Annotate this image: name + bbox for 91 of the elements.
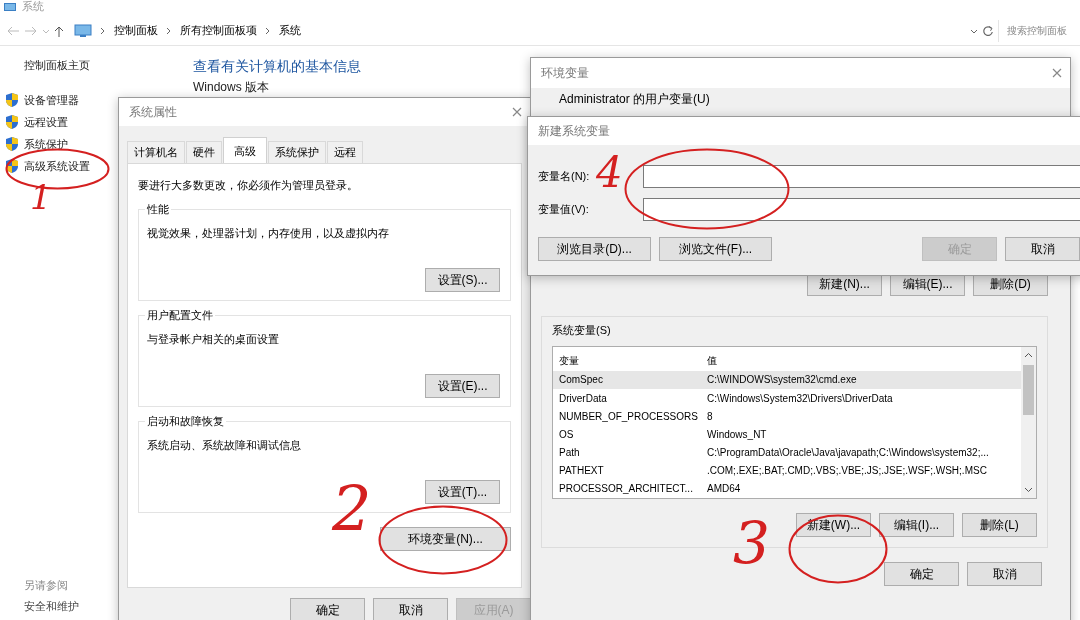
back-arrow-icon[interactable] <box>6 25 20 36</box>
button[interactable]: 取消 <box>373 598 448 620</box>
tab[interactable]: 高级 <box>223 137 267 164</box>
dialog-title: 系统属性 <box>129 103 177 121</box>
sidebar-link[interactable]: 安全和维护 <box>5 599 118 614</box>
table-cell-text: DriverData <box>558 392 608 404</box>
button[interactable]: 浏览文件(F)... <box>659 237 772 261</box>
section-label: 系统变量(S) <box>552 323 612 338</box>
group-title: 用户配置文件 <box>145 308 215 323</box>
table-cell-text: ComSpec <box>558 374 604 386</box>
refresh-icon[interactable] <box>982 24 994 37</box>
button[interactable]: 取消 <box>967 562 1042 586</box>
button[interactable]: 删除(L) <box>962 513 1037 537</box>
sidebar-link[interactable]: 控制面板主页 <box>5 58 118 73</box>
scrollbar[interactable] <box>1021 347 1036 498</box>
group-title: 性能 <box>145 202 171 217</box>
table-row[interactable]: PROCESSOR_ARCHITECT... AMD64 <box>553 479 1021 498</box>
forward-arrow-icon[interactable] <box>24 25 38 36</box>
annotation-number: 4 <box>596 152 623 194</box>
button[interactable]: 设置(S)... <box>425 268 500 292</box>
column-header[interactable]: 值 <box>707 353 1021 368</box>
section-heading: Windows 版本 <box>193 79 270 96</box>
group-description: 视觉效果，处理器计划，内存使用，以及虚拟内存 <box>147 226 390 241</box>
breadcrumb-item[interactable]: 系统 <box>279 23 301 38</box>
close-icon[interactable] <box>1052 68 1062 78</box>
group-description: 系统启动、系统故障和调试信息 <box>147 438 302 453</box>
shield-icon <box>5 92 19 108</box>
input-field[interactable] <box>643 198 1080 221</box>
table-cell-text: NUMBER_OF_PROCESSORS <box>558 410 699 422</box>
computer-icon <box>74 23 92 38</box>
annotation-number: 2 <box>332 478 372 540</box>
sidebar-link[interactable]: 设备管理器 <box>24 92 79 108</box>
input-field[interactable] <box>643 165 1080 188</box>
table-row[interactable]: NUMBER_OF_PROCESSORS 8 <box>553 407 1021 426</box>
button[interactable]: 设置(T)... <box>425 480 500 504</box>
dialog-title: 新建系统变量 <box>538 122 610 140</box>
button[interactable]: 确定 <box>884 562 959 586</box>
tab[interactable]: 计算机名 <box>127 141 185 163</box>
sidebar-link[interactable]: 远程设置 <box>24 114 68 130</box>
table-cell-text: C:\WINDOWS\system32\cmd.exe <box>707 374 858 386</box>
table-cell-text: 8 <box>707 410 714 422</box>
window-title: 系统 <box>22 1 44 12</box>
table-cell-text: OS <box>558 428 575 440</box>
window-icon <box>4 3 16 12</box>
column-header[interactable]: 变量 <box>553 353 707 368</box>
notice-text: 要进行大多数更改，你必须作为管理员登录。 <box>138 178 359 193</box>
button[interactable]: 取消 <box>1005 237 1080 261</box>
tab[interactable]: 系统保护 <box>268 141 326 163</box>
page-heading: 查看有关计算机的基本信息 <box>193 58 361 76</box>
button[interactable]: 设置(E)... <box>425 374 500 398</box>
table-row[interactable]: ComSpec C:\WINDOWS\system32\cmd.exe <box>553 370 1021 389</box>
chevron-icon <box>265 26 271 35</box>
group-description: 与登录帐户相关的桌面设置 <box>147 332 280 347</box>
button[interactable]: 环境变量(N)... <box>380 527 511 551</box>
tab[interactable]: 硬件 <box>186 141 222 163</box>
button[interactable]: 确定 <box>290 598 365 620</box>
tab[interactable]: 远程 <box>327 141 363 163</box>
shield-icon <box>5 114 19 130</box>
sidebar-heading: 另请参阅 <box>23 578 69 593</box>
table-row[interactable]: DriverData C:\Windows\System32\Drivers\DriverData <box>553 388 1021 408</box>
sidebar-link[interactable]: 系统保护 <box>24 136 68 152</box>
shield-icon <box>5 136 19 152</box>
field-label: 变量名(N): <box>538 169 591 184</box>
shield-icon <box>5 158 19 174</box>
field-label: 变量值(V): <box>538 202 590 217</box>
table-row[interactable]: Path C:\ProgramData\Oracle\Java\javapath;C:\Windows\system32;... <box>553 443 1021 462</box>
table-cell-text: AMD64 <box>707 483 742 495</box>
annotation-number: 3 <box>733 514 770 572</box>
table-cell-text: PATHEXT <box>558 465 605 477</box>
dialog-title: 环境变量 <box>541 64 589 82</box>
annotation-number: 1 <box>30 180 52 214</box>
button[interactable]: 浏览目录(D)... <box>538 237 651 261</box>
breadcrumb-item[interactable]: 控制面板 <box>114 23 158 38</box>
section-label: Administrator 的用户变量(U) <box>559 92 711 106</box>
table-cell-text: C:\ProgramData\Oracle\Java\javapath;C:\Windows\system32;... <box>707 447 990 459</box>
chevron-icon <box>100 26 106 35</box>
button[interactable]: 新建(W)... <box>796 513 871 537</box>
table-cell-text: Path <box>558 447 581 459</box>
search-field[interactable]: 搜索控制面板 <box>998 19 1074 42</box>
breadcrumb-item[interactable]: 所有控制面板项 <box>180 23 257 38</box>
table-row[interactable]: OS Windows_NT <box>553 425 1021 444</box>
table-cell-text: C:\Windows\System32\Drivers\DriverData <box>707 392 894 404</box>
group-title: 启动和故障恢复 <box>145 414 226 429</box>
up-arrow-icon[interactable] <box>54 24 64 37</box>
table-cell-text: PROCESSOR_ARCHITECT... <box>558 483 694 495</box>
table-cell-text: Windows_NT <box>707 428 768 440</box>
table-row[interactable]: PATHEXT .COM;.EXE;.BAT;.CMD;.VBS;.VBE;.JS;.JSE;.WSF;.WSH;.MSC <box>553 461 1021 480</box>
table-cell-text: .COM;.EXE;.BAT;.CMD;.VBS;.VBE;.JS;.JSE;.WSF;.WSH;.MSC <box>707 465 988 477</box>
button[interactable]: 编辑(I)... <box>879 513 954 537</box>
chevron-icon <box>166 26 172 35</box>
close-icon[interactable] <box>512 107 522 117</box>
